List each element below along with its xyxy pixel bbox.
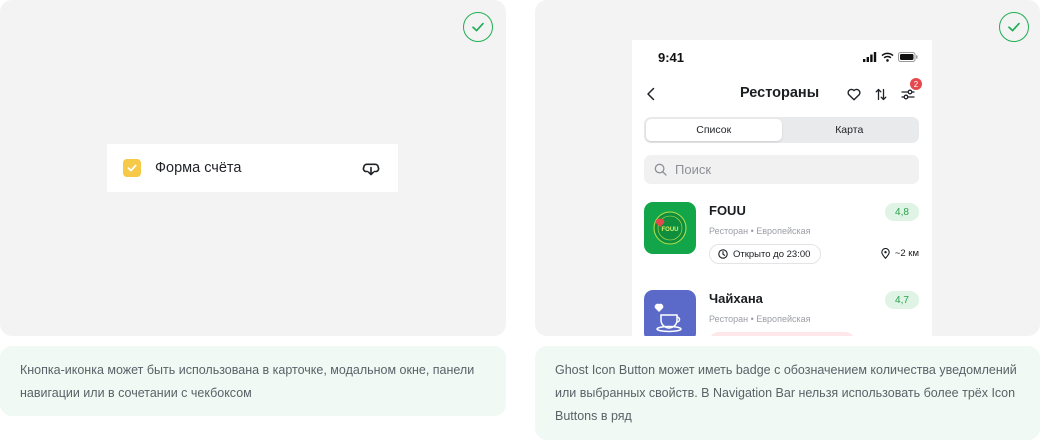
distance-text: ~2 км — [894, 248, 919, 259]
navigation-bar: Рестораны 2 — [632, 78, 932, 106]
wifi-icon — [881, 52, 894, 62]
restaurant-card[interactable]: FOUU FOUU Ресторан • Европейская 4,8 Отк… — [644, 202, 919, 272]
example-panel-navbar: 9:41 Рестораны 2 Список Карта Поиск FOUU… — [535, 0, 1040, 336]
battery-icon — [898, 52, 918, 62]
download-icon-button[interactable] — [360, 157, 382, 179]
phone-screen: 9:41 Рестораны 2 Список Карта Поиск FOUU… — [632, 40, 932, 336]
restaurant-card[interactable]: Чайхана Ресторан • Европейская 4,7 — [644, 290, 919, 336]
restaurant-logo: FOUU — [644, 202, 696, 254]
check-circle-icon — [999, 12, 1029, 42]
filter-button[interactable]: 2 — [898, 78, 922, 104]
sort-button[interactable] — [871, 84, 891, 104]
status-time: 9:41 — [658, 50, 685, 65]
notification-badge: 2 — [910, 78, 922, 90]
checkbox-label: Форма счёта — [155, 160, 242, 176]
search-icon — [654, 163, 667, 176]
restaurant-name: Чайхана — [709, 291, 763, 306]
restaurant-category: Ресторан • Европейская — [709, 314, 811, 324]
restaurant-category: Ресторан • Европейская — [709, 226, 811, 236]
chevron-left-icon — [647, 87, 655, 101]
rating-badge: 4,7 — [885, 291, 919, 309]
fouu-logo-icon: FOUU — [653, 211, 687, 245]
download-icon — [362, 163, 380, 176]
signal-icon — [863, 52, 877, 62]
favorite-button[interactable] — [844, 84, 864, 104]
rating-badge: 4,8 — [885, 203, 919, 221]
restaurant-name: FOUU — [709, 203, 746, 218]
nav-title: Рестораны — [740, 85, 820, 101]
sort-icon — [875, 88, 887, 100]
search-input[interactable]: Поиск — [644, 155, 919, 184]
status-chip — [709, 332, 855, 336]
hours-text: Открыто до 23:00 — [733, 248, 811, 260]
clock-icon — [718, 249, 728, 259]
description-note-right: Ghost Icon Button может иметь badge с об… — [535, 346, 1040, 440]
search-placeholder: Поиск — [675, 162, 712, 177]
heart-icon — [847, 88, 861, 100]
svg-text:FOUU: FOUU — [662, 227, 679, 233]
distance: ~2 км — [881, 248, 919, 259]
tab-map[interactable]: Карта — [782, 119, 918, 141]
segmented-control: Список Карта — [644, 117, 919, 143]
status-bar: 9:41 — [632, 50, 932, 68]
restaurant-logo — [644, 290, 696, 336]
location-pin-icon — [881, 248, 890, 259]
checkmark-icon — [127, 164, 137, 172]
example-panel-checkbox: Форма счёта — [0, 0, 506, 336]
tab-list[interactable]: Список — [646, 119, 782, 141]
checkbox[interactable] — [123, 159, 141, 177]
checkbox-card: Форма счёта — [107, 144, 398, 192]
back-button[interactable] — [642, 84, 660, 104]
teacup-logo-icon — [654, 303, 682, 333]
hours-chip: Открыто до 23:00 — [709, 244, 822, 264]
check-circle-icon — [463, 12, 493, 42]
description-note-left: Кнопка-иконка может быть использована в … — [0, 346, 506, 416]
